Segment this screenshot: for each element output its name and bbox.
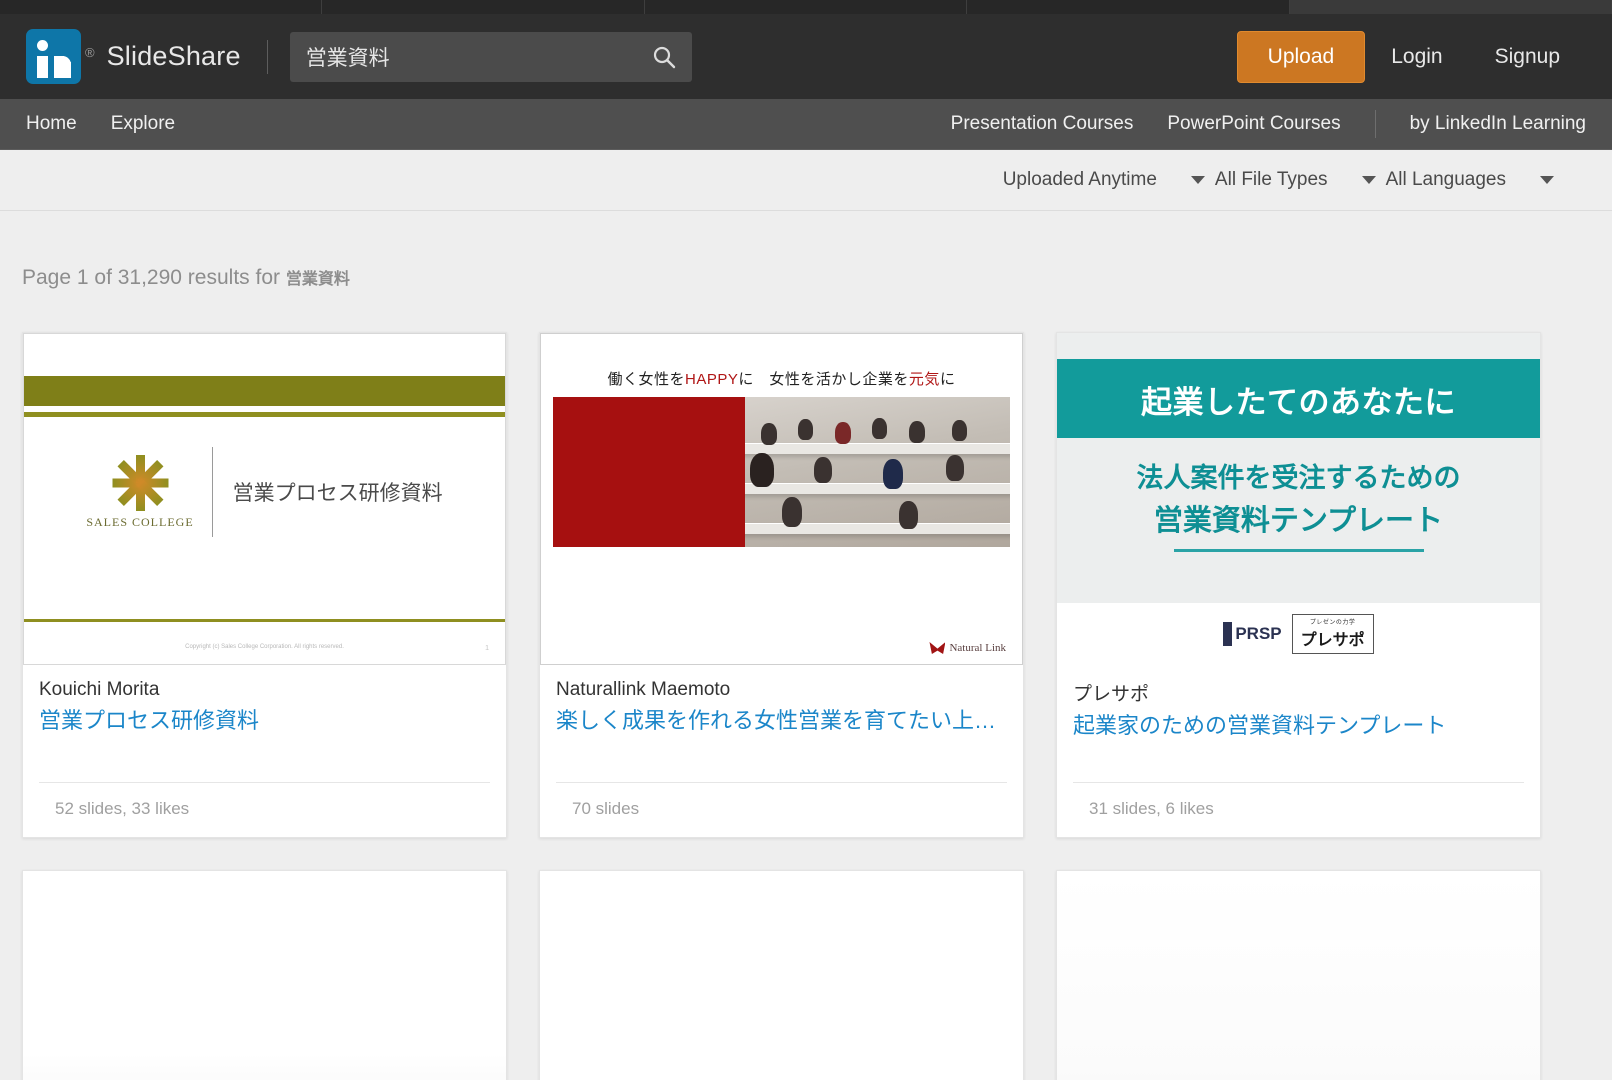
naturallink-logo-icon	[929, 642, 946, 654]
slide-thumbnail[interactable]: 働く女性をHAPPYに 女性を活かし企業を元気に Natural Link	[540, 333, 1023, 665]
slide-thumbnail[interactable]	[1057, 870, 1540, 1080]
result-card[interactable]: サクセスパートナー	[22, 869, 507, 1080]
slide-banner: 起業したてのあなたに	[1057, 359, 1540, 438]
login-link[interactable]: Login	[1365, 45, 1468, 69]
card-author[interactable]: Kouichi Morita	[39, 679, 490, 701]
registered-trademark-icon: ®	[85, 45, 95, 60]
chevron-down-icon[interactable]	[1190, 176, 1205, 184]
filter-label: All File Types	[1214, 169, 1328, 190]
filter-label: All Languages	[1385, 169, 1506, 190]
slide-line-2: 営業資料テンプレート	[1153, 505, 1444, 537]
presapo-logo-tagline: プレゼンの力学	[1309, 620, 1356, 626]
card-author[interactable]: Naturallink Maemoto	[556, 679, 1007, 701]
card-title[interactable]: 楽しく成果を作れる女性営業を育てたい上司...	[556, 707, 1007, 735]
slide-thumbnail[interactable]: サクセスパートナー	[23, 870, 506, 1080]
card-title[interactable]: 起業家のための営業資料テンプレート	[1073, 712, 1524, 740]
signup-link[interactable]: Signup	[1469, 45, 1586, 69]
slide-logo-text: SALES COLLEGE	[86, 514, 194, 529]
filter-uploaded-anytime[interactable]: Uploaded Anytime	[1003, 169, 1205, 191]
search-icon[interactable]	[652, 45, 676, 69]
slide-heading: 営業プロセス研修資料	[232, 482, 443, 506]
nav-item-presentation-courses[interactable]: Presentation Courses	[951, 113, 1134, 135]
slide-heading-highlight: HAPPY	[685, 371, 739, 388]
sales-college-star-icon	[112, 454, 168, 511]
card-stats: 70 slides	[556, 781, 1007, 837]
card-body: Naturallink Maemoto 楽しく成果を作れる女性営業を育てたい上司…	[540, 665, 1023, 777]
slide-heading-part: に 女性を活かし企業を	[738, 371, 909, 388]
slide-color-block	[553, 397, 745, 547]
upload-button[interactable]: Upload	[1236, 30, 1366, 83]
slide-brand-name: Natural Link	[949, 642, 1006, 654]
slide-body: 法人案件を受注するための 営業資料テンプレート	[1057, 438, 1540, 552]
brand-logo-group[interactable]: ® SlideShare	[26, 29, 241, 84]
card-body: Kouichi Morita 営業プロセス研修資料	[23, 665, 506, 777]
nav-right-group: Presentation Courses PowerPoint Courses …	[917, 110, 1586, 138]
header-divider	[266, 39, 268, 74]
slide-brand-mark: Natural Link	[929, 642, 1006, 654]
presapo-logo-box: プレゼンの力学 プレサポ	[1291, 614, 1374, 654]
slide-art-sales-college: SALES COLLEGE 営業プロセス研修資料 Copyright (c) S…	[23, 333, 506, 665]
result-card[interactable]: 働く女性をHAPPYに 女性を活かし企業を元気に Natural Link Na…	[539, 332, 1024, 838]
linkedin-logo-icon	[26, 29, 81, 84]
slide-underline	[1173, 549, 1424, 552]
slide-page-number: 1	[485, 645, 489, 652]
card-stats: 52 slides, 33 likes	[39, 781, 490, 837]
slide-logo-row: PRSP プレゼンの力学 プレサポ	[1057, 603, 1540, 665]
slide-banner-text: 起業したてのあなたに	[1141, 385, 1456, 420]
slide-art-success-partner: サクセスパートナー	[23, 870, 506, 1080]
slide-footer-note: Copyright (c) Sales College Corporation.…	[185, 644, 344, 650]
search-box[interactable]	[289, 31, 692, 82]
results-summary: Page 1 of 31,290 results for 営業資料	[0, 211, 1612, 290]
slide-thumbnail[interactable]: デジタルと組織の連動マーケティング (営業とインバウンドマーケティングの連携強化…	[540, 870, 1023, 1080]
browser-tab[interactable]	[645, 0, 968, 14]
slide-heading-highlight: 元気	[908, 371, 940, 388]
browser-tab[interactable]	[967, 0, 1290, 14]
nav-item-home[interactable]: Home	[26, 113, 77, 135]
slide-art-seminar-photo: 働く女性をHAPPYに 女性を活かし企業を元気に Natural Link	[540, 333, 1023, 665]
search-input[interactable]	[305, 44, 652, 69]
card-body: プレサポ 起業家のための営業資料テンプレート	[1057, 665, 1540, 782]
prsp-logo-icon: PRSP	[1223, 622, 1282, 646]
results-grid: SALES COLLEGE 営業プロセス研修資料 Copyright (c) S…	[0, 290, 1612, 1080]
brand-name: SlideShare	[106, 41, 241, 71]
browser-tab-active[interactable]	[1289, 0, 1612, 14]
seminar-photo	[744, 397, 1010, 547]
primary-nav: Home Explore Presentation Courses PowerP…	[0, 99, 1612, 150]
slide-art-presapo: 起業したてのあなたに 法人案件を受注するための 営業資料テンプレート PRSP …	[1057, 333, 1540, 665]
nav-item-powerpoint-courses[interactable]: PowerPoint Courses	[1167, 113, 1340, 135]
result-card[interactable]	[1056, 869, 1541, 1080]
slide-thumbnail[interactable]: SALES COLLEGE 営業プロセス研修資料 Copyright (c) S…	[23, 333, 506, 665]
results-count-text: Page 1 of 31,290 results for	[22, 266, 286, 289]
chevron-down-icon[interactable]	[1540, 176, 1554, 184]
browser-tab[interactable]	[0, 0, 323, 14]
nav-item-explore[interactable]: Explore	[111, 113, 175, 135]
slide-line-1: 法人案件を受注するための	[1136, 463, 1461, 493]
prsp-logo-text: PRSP	[1235, 624, 1282, 643]
slide-thumbnail[interactable]: 起業したてのあなたに 法人案件を受注するための 営業資料テンプレート PRSP …	[1057, 333, 1540, 665]
card-title[interactable]: 営業プロセス研修資料	[39, 707, 490, 735]
card-author[interactable]: プレサポ	[1073, 679, 1524, 706]
result-card[interactable]: 起業したてのあなたに 法人案件を受注するための 営業資料テンプレート PRSP …	[1056, 332, 1541, 838]
slide-heading: 働く女性をHAPPYに 女性を活かし企業を元気に	[553, 346, 1010, 397]
presapo-logo-name: プレサポ	[1300, 632, 1365, 649]
browser-tab-strip	[0, 0, 1612, 14]
nav-item-linkedin-learning[interactable]: by LinkedIn Learning	[1410, 113, 1586, 135]
slide-art-blue-marketing: デジタルと組織の連動マーケティング (営業とインバウンドマーケティングの連携強化…	[540, 870, 1023, 1080]
filter-all-file-types[interactable]: All File Types	[1215, 169, 1376, 191]
filter-bar: Uploaded Anytime All File Types All Lang…	[0, 150, 1612, 211]
result-card[interactable]: デジタルと組織の連動マーケティング (営業とインバウンドマーケティングの連携強化…	[539, 869, 1024, 1080]
nav-divider	[1374, 110, 1376, 138]
result-card[interactable]: SALES COLLEGE 営業プロセス研修資料 Copyright (c) S…	[22, 332, 507, 838]
site-header: ® SlideShare Upload Login Signup	[0, 14, 1612, 99]
slide-art-flame	[1057, 870, 1540, 1080]
browser-tab[interactable]	[322, 0, 645, 14]
slide-heading-part: 働く女性を	[607, 371, 686, 388]
results-query-text: 営業資料	[285, 271, 350, 288]
card-stats: 31 slides, 6 likes	[1073, 781, 1524, 837]
slide-heading-part: に	[939, 371, 956, 388]
filter-label: Uploaded Anytime	[1002, 169, 1157, 190]
filter-all-languages[interactable]: All Languages	[1386, 169, 1554, 191]
header-actions: Upload Login Signup	[1236, 30, 1586, 83]
chevron-down-icon[interactable]	[1361, 176, 1376, 184]
